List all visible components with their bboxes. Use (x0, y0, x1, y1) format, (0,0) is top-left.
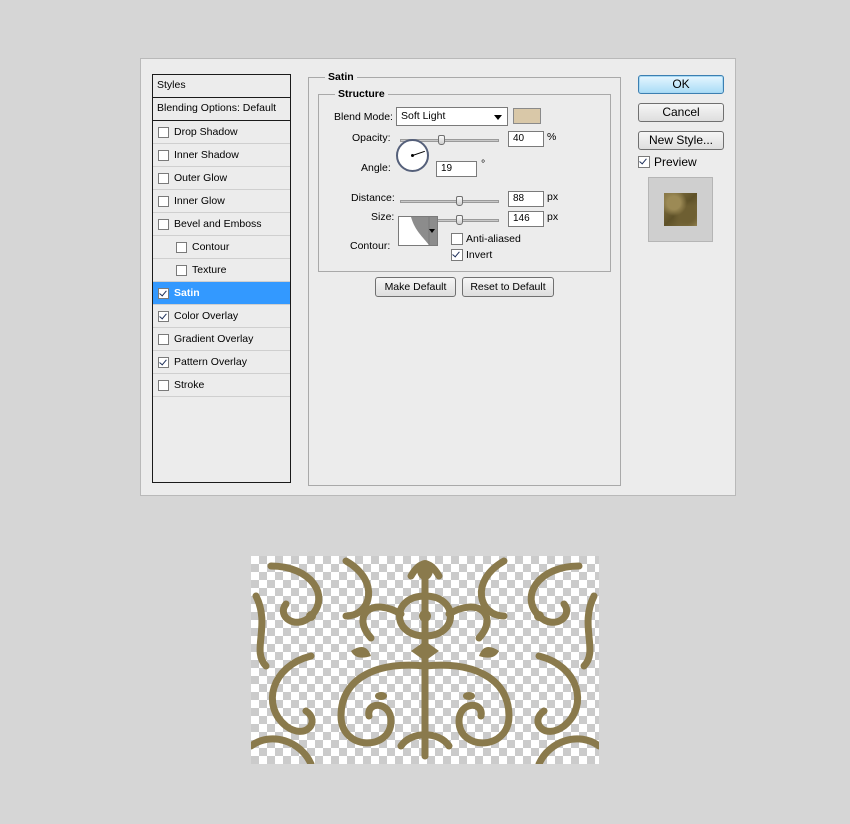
style-item-drop-shadow[interactable]: Drop Shadow (153, 121, 290, 144)
style-item-pattern-overlay[interactable]: Pattern Overlay (153, 351, 290, 374)
invert-box[interactable] (451, 249, 463, 261)
blend-mode-value: Soft Light (401, 110, 446, 122)
preview-checkbox[interactable]: Preview (638, 155, 697, 169)
style-item-label: Pattern Overlay (174, 355, 247, 368)
contour-label: Contour: (350, 240, 391, 252)
blend-mode-select[interactable]: Soft Light (396, 107, 508, 126)
style-item-inner-glow[interactable]: Inner Glow (153, 190, 290, 213)
structure-group: Structure Blend Mode: Soft Light Opacity… (318, 88, 611, 272)
style-checkbox[interactable] (158, 333, 169, 345)
style-checkbox[interactable] (158, 379, 169, 391)
style-item-color-overlay[interactable]: Color Overlay (153, 305, 290, 328)
style-item-outer-glow[interactable]: Outer Glow (153, 167, 290, 190)
style-checkbox[interactable] (158, 126, 169, 138)
style-item-label: Drop Shadow (174, 125, 238, 138)
satin-title: Satin (325, 71, 357, 83)
distance-input[interactable]: 88 (508, 191, 544, 207)
style-checkbox[interactable] (158, 356, 169, 368)
ok-button[interactable]: OK (638, 75, 724, 94)
opacity-unit: % (547, 131, 557, 143)
style-item-label: Inner Glow (174, 194, 225, 207)
styles-header[interactable]: Styles (153, 75, 290, 98)
size-input[interactable]: 146 (508, 211, 544, 227)
layer-style-dialog: Styles Blending Options: Default Drop Sh… (140, 58, 736, 496)
cancel-button[interactable]: Cancel (638, 103, 724, 122)
style-checkbox[interactable] (158, 287, 169, 299)
style-checkbox[interactable] (158, 218, 169, 230)
size-slider-thumb[interactable] (456, 215, 464, 225)
angle-dial[interactable] (396, 139, 429, 172)
satin-color-swatch[interactable] (513, 108, 541, 124)
style-item-label: Inner Shadow (174, 148, 239, 161)
angle-input[interactable]: 19 (436, 161, 477, 177)
style-item-label: Color Overlay (174, 309, 239, 322)
style-checkbox[interactable] (176, 264, 187, 276)
anti-aliased-box[interactable] (451, 233, 463, 245)
distance-slider-thumb[interactable] (456, 196, 464, 206)
angle-label: Angle: (361, 162, 391, 174)
invert-label: Invert (466, 249, 493, 261)
damask-ornament (251, 557, 599, 764)
anti-aliased-label: Anti-aliased (466, 233, 521, 245)
style-preview-thumbnail (648, 177, 713, 242)
style-item-gradient-overlay[interactable]: Gradient Overlay (153, 328, 290, 351)
distance-unit: px (547, 191, 559, 203)
new-style-button[interactable]: New Style... (638, 131, 724, 150)
chevron-down-icon (429, 229, 435, 233)
opacity-label: Opacity: (352, 132, 391, 144)
style-item-satin[interactable]: Satin (153, 282, 290, 305)
anti-aliased-checkbox[interactable]: Anti-aliased (451, 233, 521, 245)
style-item-label: Bevel and Emboss (174, 217, 262, 230)
styles-list: Styles Blending Options: Default Drop Sh… (152, 74, 291, 483)
style-item-label: Satin (174, 286, 200, 299)
reset-to-default-button[interactable]: Reset to Default (462, 277, 554, 297)
style-item-contour[interactable]: Contour (153, 236, 290, 259)
style-checkbox[interactable] (158, 172, 169, 184)
style-item-label: Outer Glow (174, 171, 228, 184)
canvas-preview (251, 556, 599, 764)
size-unit: px (547, 211, 559, 223)
style-checkbox[interactable] (158, 310, 169, 322)
distance-label: Distance: (351, 192, 395, 204)
preview-label: Preview (654, 155, 697, 169)
opacity-slider-thumb[interactable] (437, 135, 445, 145)
blending-options-item[interactable]: Blending Options: Default (153, 98, 290, 121)
invert-checkbox[interactable]: Invert (451, 249, 492, 261)
satin-panel: Satin Structure Blend Mode: Soft Light O… (308, 71, 621, 486)
chevron-down-icon (494, 115, 502, 120)
preview-box[interactable] (638, 156, 650, 168)
style-item-label: Gradient Overlay (174, 332, 254, 345)
preview-texture-swatch (664, 193, 697, 226)
opacity-input[interactable]: 40 (508, 131, 544, 147)
contour-picker[interactable] (398, 216, 438, 246)
style-item-stroke[interactable]: Stroke (153, 374, 290, 397)
style-item-label: Stroke (174, 378, 205, 391)
style-checkbox[interactable] (158, 149, 169, 161)
structure-title: Structure (335, 88, 388, 100)
style-checkbox[interactable] (158, 195, 169, 207)
style-checkbox[interactable] (176, 241, 187, 253)
size-label: Size: (371, 211, 395, 223)
style-item-inner-shadow[interactable]: Inner Shadow (153, 144, 290, 167)
angle-unit: ° (481, 158, 486, 170)
blend-mode-label: Blend Mode: (334, 111, 393, 123)
style-item-label: Texture (192, 263, 227, 276)
style-item-bevel-and-emboss[interactable]: Bevel and Emboss (153, 213, 290, 236)
style-item-label: Contour (192, 240, 230, 253)
distance-slider[interactable] (400, 196, 499, 206)
style-item-texture[interactable]: Texture (153, 259, 290, 282)
make-default-button[interactable]: Make Default (375, 277, 456, 297)
